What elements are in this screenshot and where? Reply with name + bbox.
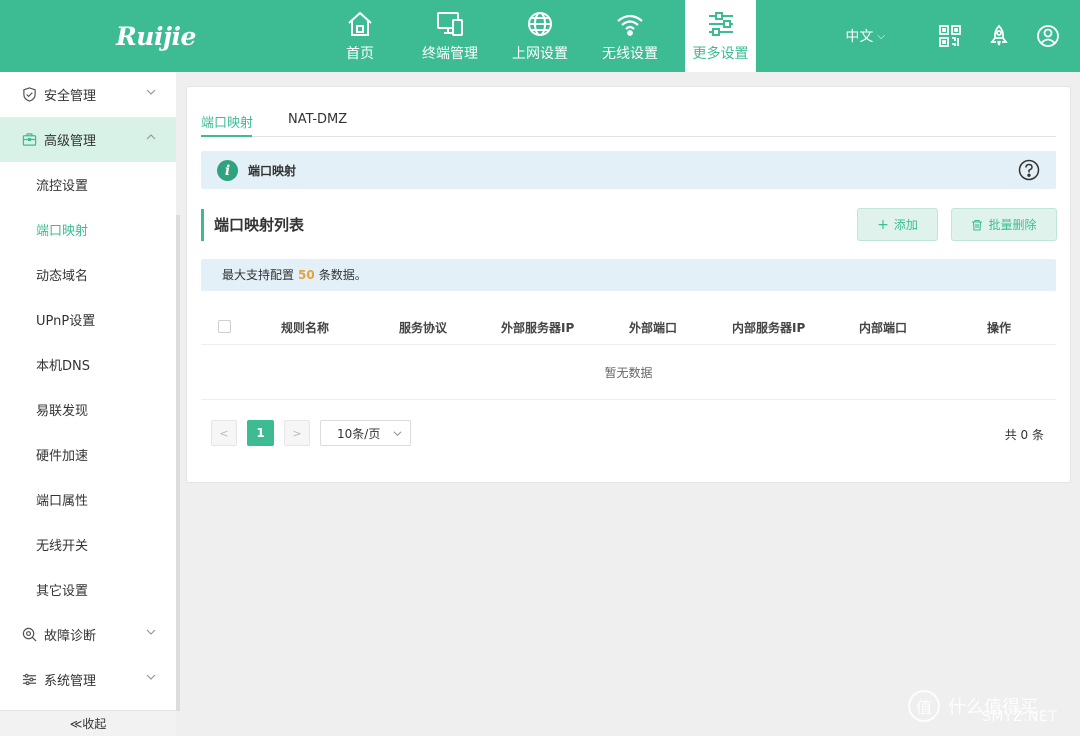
top-navbar: Ruijie 首页 终端管理 上网设置 无线设置 更多设置 中文 ⌵ [0, 0, 1080, 72]
table-header: 规则名称 服务协议 外部服务器IP 外部端口 内部服务器IP 内部端口 操作 [201, 309, 1056, 345]
column-rule-name: 规则名称 [281, 321, 330, 335]
column-actions: 操作 [987, 321, 1012, 335]
nav-home[interactable]: 首页 [315, 0, 405, 72]
info-banner: i 端口映射 [201, 151, 1056, 189]
nav-more-label: 更多设置 [692, 46, 749, 62]
empty-table-message: 暂无数据 [201, 346, 1056, 400]
nav-internet-settings[interactable]: 上网设置 [495, 0, 585, 72]
nav-internet-label: 上网设置 [512, 46, 568, 62]
devices-icon [437, 12, 463, 36]
nav-home-label: 首页 [346, 46, 374, 62]
sidebar: 安全管理 高级管理 流控设置 端口映射 动态域名 UPnP设置 本机DNS 易联… [0, 72, 176, 736]
sidebar-item-hw-acceleration[interactable]: 硬件加速 [0, 432, 176, 477]
tab-nat-dmz[interactable]: NAT-DMZ [288, 112, 347, 127]
user-icon[interactable] [1036, 24, 1060, 48]
tab-port-mapping[interactable]: 端口映射 [201, 112, 253, 131]
sidebar-group-label: 安全管理 [44, 89, 97, 104]
sidebar-item-other-settings[interactable]: 其它设置 [0, 567, 176, 612]
sidebar-item-port-mapping[interactable]: 端口映射 [0, 207, 176, 252]
language-label: 中文 [845, 29, 874, 45]
column-external-ip: 外部服务器IP [501, 321, 575, 335]
column-protocol: 服务协议 [399, 321, 448, 335]
sidebar-group-advanced[interactable]: 高级管理 [0, 117, 176, 162]
nav-wireless-label: 无线设置 [602, 46, 658, 62]
ruijie-logo: Ruijie [116, 22, 196, 51]
shield-icon [23, 87, 36, 102]
nav-terminal-management[interactable]: 终端管理 [405, 0, 495, 72]
sidebar-group-label: 系统管理 [44, 674, 97, 689]
notice-prefix: 最大支持配置 [222, 268, 295, 282]
sidebar-collapse-button[interactable]: ≪收起 [0, 710, 176, 736]
page-size-select[interactable]: 10条/页 [320, 420, 411, 446]
language-selector[interactable]: 中文 ⌵ [845, 26, 885, 46]
qr-code-icon[interactable] [938, 24, 962, 48]
limit-notice: 最大支持配置 50 条数据。 [201, 259, 1056, 291]
settings-icon [22, 673, 37, 686]
sidebar-group-diagnose[interactable]: 故障诊断 [0, 612, 176, 657]
sidebar-item-upnp[interactable]: UPnP设置 [0, 297, 176, 342]
home-icon [348, 11, 372, 36]
sidebar-item-port-properties[interactable]: 端口属性 [0, 477, 176, 522]
sidebar-group-security[interactable]: 安全管理 [0, 72, 176, 117]
trash-icon [972, 219, 983, 231]
batch-delete-label: 批量删除 [988, 218, 1037, 232]
sidebar-scrollbar[interactable] [176, 215, 180, 711]
sidebar-item-discovery[interactable]: 易联发现 [0, 387, 176, 432]
info-icon: i [217, 160, 238, 181]
notice-suffix: 条数据。 [318, 268, 367, 282]
chevron-down-icon [393, 431, 402, 437]
sidebar-item-flow-control[interactable]: 流控设置 [0, 162, 176, 207]
sidebar-group-system[interactable]: 系统管理 [0, 657, 176, 702]
watermark-logo-icon: 值 [908, 690, 940, 722]
column-internal-port: 内部端口 [859, 321, 908, 335]
main-card: 端口映射 NAT-DMZ i 端口映射 端口映射列表 + 添加 批量删除 最大支… [186, 86, 1071, 483]
chevron-down-icon [146, 629, 156, 635]
column-external-port: 外部端口 [629, 321, 678, 335]
tab-bar: 端口映射 NAT-DMZ [201, 101, 1056, 137]
notice-count: 50 [298, 268, 315, 282]
plus-icon: + [877, 216, 889, 233]
sidebar-item-wireless-switch[interactable]: 无线开关 [0, 522, 176, 567]
wifi-icon [617, 14, 643, 36]
help-icon[interactable] [1018, 159, 1040, 181]
info-banner-title: 端口映射 [248, 164, 297, 178]
chevron-down-icon: ⌵ [877, 30, 885, 42]
nav-more-settings[interactable]: 更多设置 [685, 0, 756, 72]
diagnose-icon [22, 627, 37, 642]
section-title: 端口映射列表 [201, 209, 304, 241]
prev-page-button[interactable]: < [211, 420, 237, 446]
toolbox-icon [22, 133, 37, 146]
select-all-checkbox[interactable] [218, 320, 231, 333]
main-nav: 首页 终端管理 上网设置 无线设置 更多设置 [315, 0, 756, 72]
chevron-down-icon [146, 674, 156, 680]
sidebar-group-label: 高级管理 [44, 134, 97, 149]
nav-terminal-label: 终端管理 [422, 46, 478, 62]
watermark-site: SMYZ.NET [982, 709, 1058, 725]
sliders-icon [708, 12, 733, 36]
page-size-value: 10条/页 [337, 426, 381, 441]
active-tab-indicator [201, 135, 252, 137]
sidebar-item-ddns[interactable]: 动态域名 [0, 252, 176, 297]
add-button-label: 添加 [893, 218, 918, 232]
chevron-up-icon [146, 134, 156, 140]
pagination: < 1 > 10条/页 [211, 420, 411, 446]
nav-wireless-settings[interactable]: 无线设置 [585, 0, 675, 72]
next-page-button[interactable]: > [284, 420, 310, 446]
column-internal-ip: 内部服务器IP [732, 321, 806, 335]
sidebar-group-label: 故障诊断 [44, 629, 97, 644]
globe-icon [528, 12, 552, 36]
total-count: 共 0 条 [1004, 428, 1044, 442]
chevron-down-icon [146, 89, 156, 95]
rocket-icon[interactable] [987, 24, 1011, 48]
batch-delete-button[interactable]: 批量删除 [951, 208, 1057, 241]
sidebar-item-local-dns[interactable]: 本机DNS [0, 342, 176, 387]
current-page-button[interactable]: 1 [247, 420, 274, 446]
top-right-tools: 中文 ⌵ [845, 0, 1060, 72]
add-button[interactable]: + 添加 [857, 208, 938, 241]
